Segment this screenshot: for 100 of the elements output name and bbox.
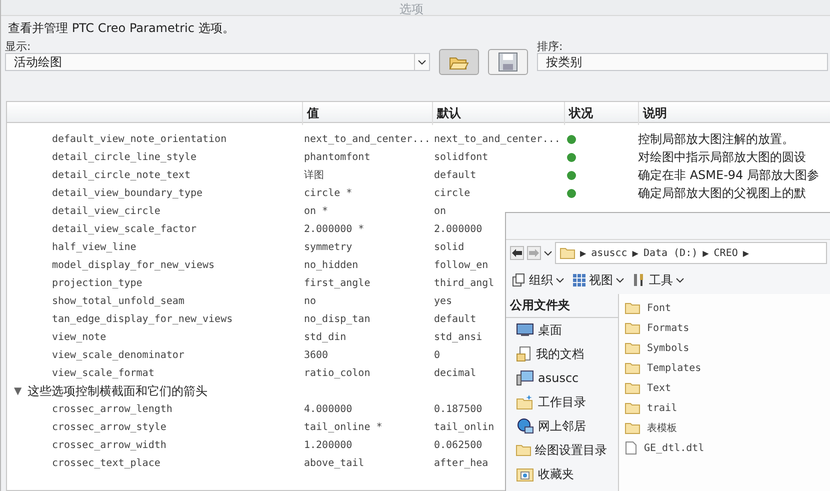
folder-name[interactable]: Templates (645, 362, 702, 374)
sort-label: 排序: (537, 39, 564, 53)
option-name: crossec_arrow_length (51, 404, 172, 414)
breadcrumb[interactable]: CREO (714, 248, 738, 258)
option-value: above_tail (303, 458, 364, 468)
file-name[interactable]: GE_dtl.dtl (642, 442, 704, 454)
option-default: third_angl (433, 278, 494, 288)
collapse-toggle[interactable]: ▼ (14, 386, 22, 396)
option-description: 控制局部放大图注解的放置。 (638, 130, 794, 148)
option-default: 0.187500 (433, 404, 482, 414)
option-name: show_total_unfold_seam (51, 296, 184, 306)
folder-icon (625, 422, 640, 434)
folder-name[interactable]: 表模板 (645, 421, 677, 435)
option-value: 详图 (303, 168, 324, 182)
option-default: after_hea (433, 458, 488, 468)
option-default: circle (433, 188, 470, 198)
sort-dropdown[interactable]: 按类别 (537, 53, 828, 71)
option-name: model_display_for_new_views (51, 260, 215, 270)
open-folder-button[interactable] (439, 49, 479, 75)
option-name: detail_circle_line_style (51, 152, 196, 162)
save-button[interactable] (488, 49, 528, 75)
sidebar-item[interactable]: 工作目录 (506, 390, 618, 414)
toolbar-menu[interactable]: 组织 (512, 272, 564, 288)
option-default: on (433, 206, 446, 216)
option-name: crossec_text_place (51, 458, 160, 468)
chevron-icon (556, 278, 564, 282)
folder-icon (560, 247, 575, 259)
option-value: ratio_colon (303, 368, 370, 378)
option-name: crossec_arrow_width (51, 440, 166, 450)
folder-icon (516, 444, 531, 456)
folder-name[interactable]: Formats (645, 322, 690, 334)
column-header[interactable]: 状况 (564, 102, 638, 125)
chevron-icon (676, 278, 684, 282)
sidebar-item[interactable]: 网上邻居 (506, 414, 618, 438)
option-name: projection_type (51, 278, 142, 288)
show-dropdown[interactable]: 活动绘图 (5, 53, 430, 71)
sidebar-item[interactable]: 我的文档 (506, 342, 618, 366)
folder-name[interactable]: Font (645, 302, 672, 314)
computer-icon (516, 370, 534, 386)
option-default: default (433, 170, 476, 180)
option-name: crossec_arrow_style (51, 422, 166, 432)
toolbar-menu[interactable]: 视图 (572, 272, 624, 288)
forward-arrow-icon (529, 249, 539, 257)
chevron-icon (616, 278, 624, 282)
back-button[interactable] (510, 246, 524, 260)
folder-star-icon (516, 394, 534, 410)
sidebar-item[interactable]: 绘图设置目录 (506, 438, 618, 462)
window-title: 选项 (400, 3, 424, 15)
folder-icon (625, 402, 640, 414)
option-value: no_disp_tan (303, 314, 370, 324)
column-header[interactable]: 默认 (432, 102, 564, 125)
option-name: detail_view_circle (51, 206, 160, 216)
breadcrumb[interactable]: Data (D:) (643, 248, 698, 258)
folder-name[interactable]: Text (645, 382, 672, 394)
tools-icon (632, 273, 646, 287)
option-default: yes (433, 296, 452, 306)
option-default: next_to_and_center... (433, 134, 560, 144)
group-label: 这些选项控制横截面和它们的箭头 (28, 382, 208, 400)
sidebar-item[interactable]: 收藏夹 (506, 462, 618, 486)
option-value: std_din (303, 332, 346, 342)
option-description: 确定局部放大图的父视图上的默 (638, 184, 806, 202)
option-value: tail_online * (303, 422, 382, 432)
document-icon (516, 346, 532, 362)
option-default: std_ansi (433, 332, 482, 342)
folder-icon (625, 362, 640, 374)
option-value: next_to_and_center... (303, 134, 430, 144)
breadcrumb-separator: ▶ (580, 248, 586, 258)
folder-name[interactable]: trail (645, 402, 678, 414)
option-name: detail_circle_note_text (51, 170, 190, 180)
option-value: 3600 (303, 350, 328, 360)
show-label: 显示: (5, 39, 32, 53)
option-name: default_view_note_orientation (51, 134, 227, 144)
column-header[interactable]: 值 (302, 102, 432, 125)
option-name: view_scale_format (51, 368, 154, 378)
option-default: follow_en (433, 260, 488, 270)
option-value: phantomfont (303, 152, 370, 162)
option-value: first_angle (303, 278, 370, 288)
option-name: view_note (51, 332, 106, 342)
option-value: circle * (303, 188, 352, 198)
option-name: view_scale_denominator (51, 350, 184, 360)
option-value: symmetry (303, 242, 352, 252)
breadcrumb-separator: ▶ (632, 248, 638, 258)
breadcrumb-separator: ▶ (742, 248, 750, 258)
option-name: detail_view_boundary_type (51, 188, 203, 198)
toolbar-menu[interactable]: 工具 (632, 272, 684, 288)
column-header[interactable]: 说明 (638, 102, 830, 125)
option-value: 1.200000 (303, 440, 352, 450)
folder-name[interactable]: Symbols (645, 342, 690, 354)
folder-icon (625, 302, 640, 314)
sidebar-item[interactable]: asuscc (506, 366, 618, 390)
breadcrumb-separator: ▶ (702, 248, 709, 258)
address-bar[interactable]: ▶ asuscc ▶ Data (D:) ▶ CREO ▶ (555, 242, 827, 264)
option-default: solidfont (433, 152, 488, 162)
folder-icon (625, 342, 640, 354)
sidebar-item[interactable]: 桌面 (506, 318, 618, 342)
breadcrumb[interactable]: asuscc (591, 248, 628, 258)
option-name: half_view_line (51, 242, 136, 252)
back-arrow-icon (512, 249, 522, 257)
caret-icon (418, 60, 426, 64)
option-default: 2.000000 (433, 224, 482, 234)
